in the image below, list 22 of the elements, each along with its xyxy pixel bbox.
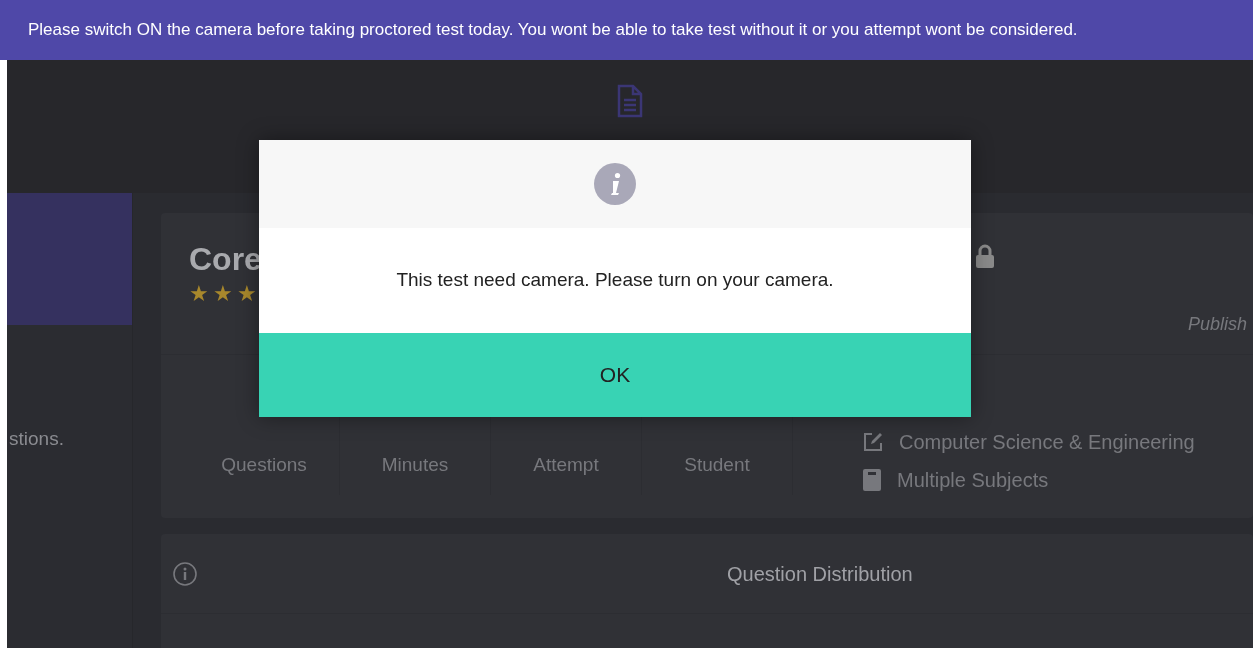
stat-label: Student: [684, 454, 750, 475]
description-text: stions.: [9, 427, 65, 451]
lock-icon: [975, 243, 995, 269]
section-title: Question Distribution: [727, 561, 913, 587]
stat-label: Minutes: [381, 454, 449, 475]
info-icon: [173, 561, 197, 586]
stat-label: Questions: [221, 454, 307, 475]
stat-label: Attempt: [533, 454, 599, 475]
info-icon: [594, 163, 636, 205]
edit-icon: [863, 432, 883, 452]
star-icon: ★: [237, 283, 257, 305]
star-icon: ★: [213, 283, 233, 305]
detail-text: Multiple Subjects: [897, 468, 1049, 493]
book-icon: [863, 469, 881, 491]
test-title: Core: [189, 243, 262, 275]
document-icon: [617, 84, 643, 118]
detail-text: Computer Science & Engineering: [899, 430, 1195, 455]
ok-button[interactable]: OK: [259, 333, 971, 417]
status-text: Publish: [1187, 313, 1247, 336]
banner-text: Please switch ON the camera before taking proctored test today. You wont be able to take test without it or you attempt wont be considered.: [28, 19, 1078, 42]
star-icon: ★: [189, 283, 209, 305]
dialog-message: This test need camera. Please turn on your camera.: [396, 268, 834, 293]
